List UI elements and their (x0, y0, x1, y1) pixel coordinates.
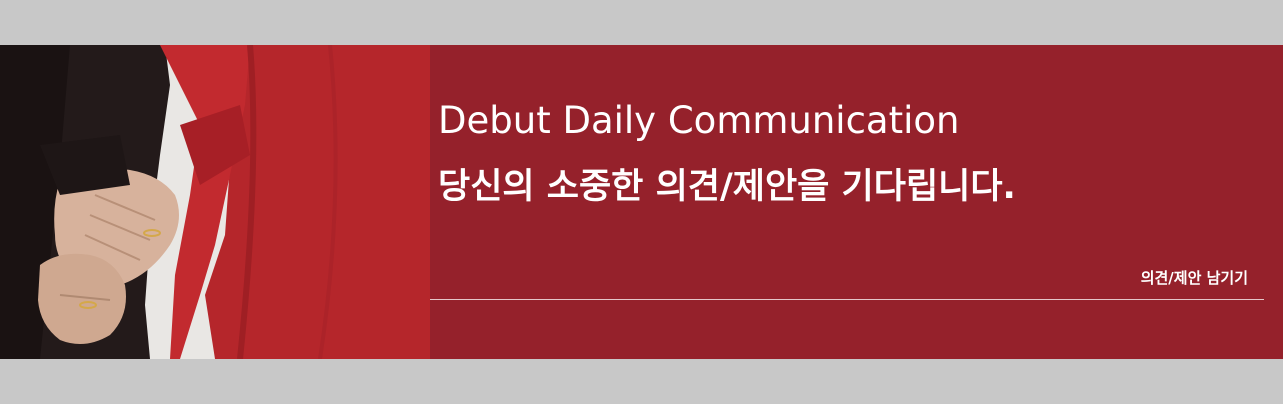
leave-feedback-link[interactable]: 의견/제안 남기기 (1141, 267, 1248, 288)
holding-hands-photo (0, 45, 430, 359)
divider-line (430, 299, 1264, 300)
banner-headline: 당신의 소중한 의견/제안을 기다립니다. (438, 167, 1016, 207)
banner-subtitle: Debut Daily Communication (438, 99, 960, 142)
hero-banner: Debut Daily Communication 당신의 소중한 의견/제안을… (0, 45, 1283, 359)
